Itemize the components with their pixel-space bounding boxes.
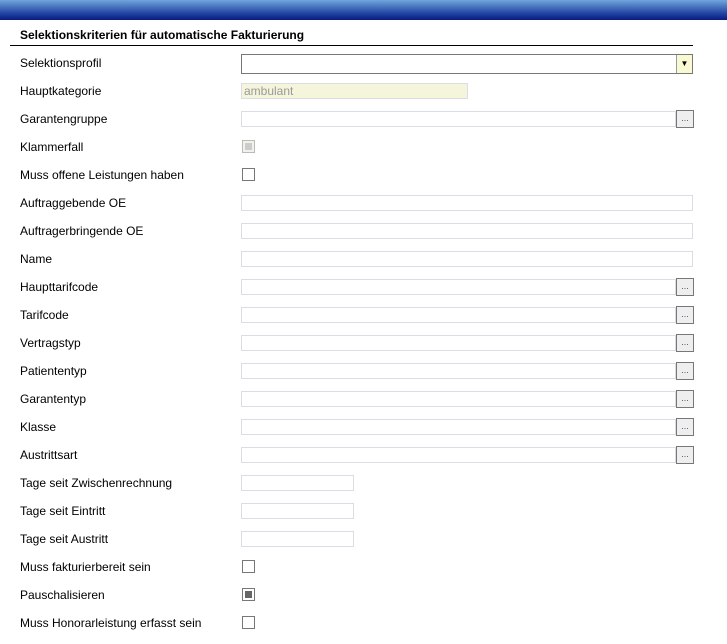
field-label: Muss offene Leistungen haben [20, 168, 184, 182]
muss-honorarleistung-erfasst-sein-checkbox[interactable] [242, 616, 255, 629]
section-divider [10, 45, 693, 46]
field-label: Pauschalisieren [20, 588, 105, 602]
form-row: Tarifcode... [0, 301, 727, 329]
field-label: Muss Honorarleistung erfasst sein [20, 616, 202, 630]
tarifcode-lookup-button[interactable]: ... [676, 306, 694, 324]
field-label: Vertragstyp [20, 336, 81, 350]
patiententyp-lookup-button[interactable]: ... [676, 362, 694, 380]
check-mark-icon [245, 591, 252, 598]
form-row: Klammerfall [0, 133, 727, 161]
field-label: Muss fakturierbereit sein [20, 560, 151, 574]
klasse-lookup-button[interactable]: ... [676, 418, 694, 436]
form-row: Garantentyp... [0, 385, 727, 413]
form-row: Muss Honorarleistung erfasst sein [0, 609, 727, 637]
field-label: Auftraggebende OE [20, 196, 127, 210]
field-label: Garantengruppe [20, 112, 108, 126]
check-mark-icon [245, 143, 252, 150]
muss-fakturierbereit-sein-checkbox[interactable] [242, 560, 255, 573]
vertragstyp-input[interactable] [241, 335, 676, 351]
form-row: Muss offene Leistungen haben [0, 161, 727, 189]
tage-seit-austritt-input[interactable] [241, 531, 354, 547]
chevron-down-icon[interactable]: ▼ [676, 55, 692, 73]
form-row: Selektionsprofil ▼ [0, 49, 727, 77]
form-row: Hauptkategorie ambulant [0, 77, 727, 105]
field-label: Auftragerbringende OE [20, 224, 144, 238]
field-label: Selektionsprofil [20, 56, 102, 70]
haupttarifcode-lookup-button[interactable]: ... [676, 278, 694, 296]
form-row: Garantengruppe... [0, 105, 727, 133]
form-row: Haupttarifcode... [0, 273, 727, 301]
form-row: Tage seit Eintritt [0, 497, 727, 525]
tage-seit-eintritt-input[interactable] [241, 503, 354, 519]
field-label: Name [20, 252, 53, 266]
form-row: Muss fakturierbereit sein [0, 553, 727, 581]
form-row: Vertragstyp... [0, 329, 727, 357]
selektionsprofil-select[interactable]: ▼ [241, 54, 693, 74]
auftraggebende-oe-input[interactable] [241, 195, 693, 211]
tarifcode-input[interactable] [241, 307, 676, 323]
form-row: Pauschalisieren [0, 581, 727, 609]
form-row: Auftragerbringende OE [0, 217, 727, 245]
field-label: Austrittsart [20, 448, 78, 462]
field-label: Garantentyp [20, 392, 87, 406]
muss-offene-leistungen-haben-checkbox[interactable] [242, 168, 255, 181]
garantentyp-lookup-button[interactable]: ... [676, 390, 694, 408]
form-row: Klasse... [0, 413, 727, 441]
field-label: Tage seit Zwischenrechnung [20, 476, 173, 490]
field-label: Tage seit Austritt [20, 532, 109, 546]
vertragstyp-lookup-button[interactable]: ... [676, 334, 694, 352]
field-label: Tarifcode [20, 308, 69, 322]
klammerfall-checkbox [242, 140, 255, 153]
hauptkategorie-field: ambulant [241, 83, 468, 99]
field-label: Patiententyp [20, 364, 87, 378]
patiententyp-input[interactable] [241, 363, 676, 379]
garantengruppe-lookup-button[interactable]: ... [676, 110, 694, 128]
form-row: Tage seit Austritt [0, 525, 727, 553]
austrittsart-input[interactable] [241, 447, 676, 463]
tage-seit-zwischenrechnung-input[interactable] [241, 475, 354, 491]
klasse-input[interactable] [241, 419, 676, 435]
field-label: Klammerfall [20, 140, 84, 154]
field-label: Tage seit Eintritt [20, 504, 106, 518]
field-label: Hauptkategorie [20, 84, 102, 98]
austrittsart-lookup-button[interactable]: ... [676, 446, 694, 464]
haupttarifcode-input[interactable] [241, 279, 676, 295]
form-row: Auftraggebende OE [0, 189, 727, 217]
field-label: Klasse [20, 420, 57, 434]
garantentyp-input[interactable] [241, 391, 676, 407]
field-label: Haupttarifcode [20, 280, 99, 294]
name-input[interactable] [241, 251, 693, 267]
auftragerbringende-oe-input[interactable] [241, 223, 693, 239]
form-row: Name [0, 245, 727, 273]
window-header-bar [0, 0, 727, 20]
form-row: Austrittsart... [0, 441, 727, 469]
pauschalisieren-checkbox[interactable] [242, 588, 255, 601]
section-title: Selektionskriterien für automatische Fak… [20, 28, 305, 42]
form-row: Patiententyp... [0, 357, 727, 385]
garantengruppe-input[interactable] [241, 111, 676, 127]
form-row: Tage seit Zwischenrechnung [0, 469, 727, 497]
